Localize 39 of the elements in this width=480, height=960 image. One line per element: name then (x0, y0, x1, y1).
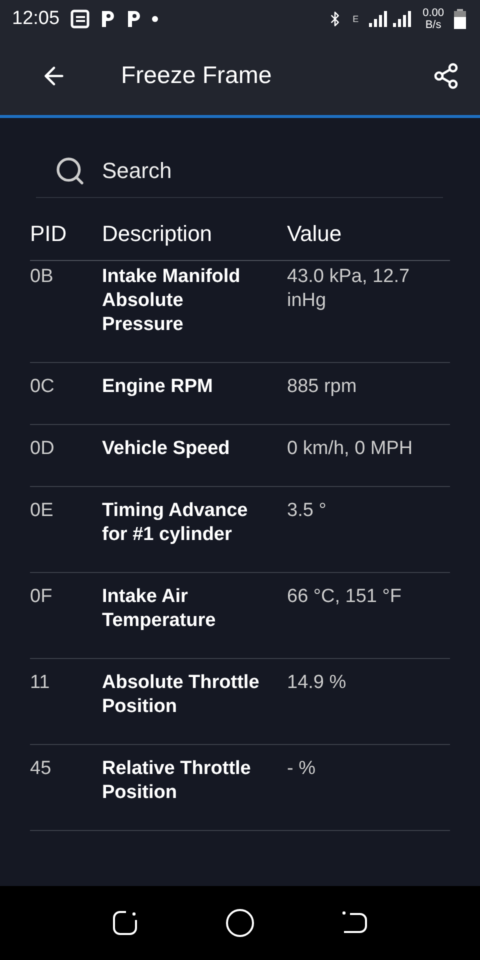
value-cell-text: - % (287, 757, 316, 781)
value-cell-text: 43.0 kPa, 12.7 inHg (287, 265, 411, 313)
value-cell-text: 66 °C, 151 °F (287, 585, 402, 609)
pid-cell-text: 11 (30, 671, 51, 695)
value-cell-text: 0 km/h, 0 MPH (287, 437, 414, 461)
p-icon (126, 8, 142, 28)
description-cell-text: Engine RPM (102, 375, 214, 399)
dot-icon (152, 16, 158, 22)
search-icon (54, 154, 86, 186)
description-cell-text: Vehicle Speed (102, 437, 231, 461)
pid-cell-text: 0D (30, 437, 56, 461)
search-field[interactable]: Search (100, 156, 300, 184)
column-header: PID (30, 222, 68, 246)
pid-cell-text: 0C (30, 375, 56, 399)
description-cell-text: Intake Air Temperature (102, 585, 217, 633)
network-type: E (352, 14, 359, 24)
description-cell-text: Intake Manifold Absolute Pressure (102, 265, 242, 337)
value-cell-text: 14.9 % (287, 671, 348, 695)
description-cell-text: Relative Throttle Position (102, 757, 252, 805)
pid-cell-text: 0F (30, 585, 54, 609)
network-speed: 0.00 B/s (422, 6, 444, 30)
value-cell-text: 3.5 ° (287, 499, 328, 523)
description-cell-text: Timing Advance for #1 cylinder (102, 499, 249, 547)
column-header: Description (102, 222, 214, 246)
pid-cell-text: 45 (30, 757, 52, 781)
description-cell: Absolute Throttle Position (102, 671, 260, 719)
battery-icon (454, 8, 466, 28)
screen-title: Freeze Frame (121, 62, 273, 90)
p-icon (100, 8, 116, 28)
status-time: 12:05 (12, 8, 60, 30)
pid-cell-text: 0B (30, 265, 54, 289)
recent-apps-button[interactable] (111, 909, 139, 937)
notification-icon (70, 8, 90, 28)
share-button[interactable] (432, 62, 460, 90)
pid-cell-text: 0E (30, 499, 54, 523)
home-button[interactable] (225, 908, 255, 938)
column-header: Value (287, 222, 343, 246)
value-cell-text: 885 rpm (287, 375, 358, 399)
signal-icon (368, 10, 413, 26)
